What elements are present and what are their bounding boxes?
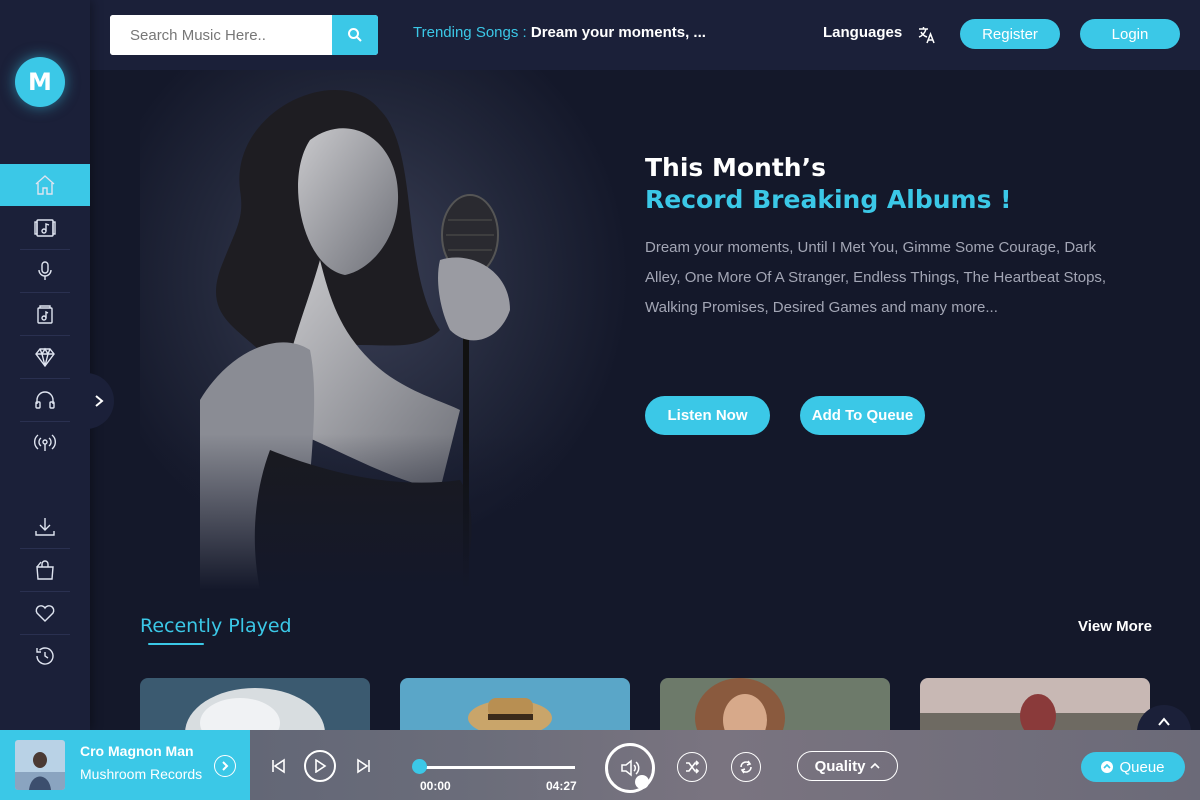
queue-label: Queue: [1119, 758, 1165, 776]
diamond-icon: [35, 347, 55, 368]
sidebar-item-favourites[interactable]: [0, 592, 90, 634]
languages-link[interactable]: Languages: [823, 24, 902, 41]
chevron-right-icon: [222, 761, 229, 771]
progress-handle[interactable]: [412, 759, 427, 774]
shopping-bag-icon: [36, 560, 54, 580]
music-player-bar: Cro Magnon Man Mushroom Records: [0, 730, 1200, 800]
recent-album-card[interactable]: [920, 678, 1150, 738]
sidebar-item-albums[interactable]: [0, 207, 90, 249]
search-input[interactable]: [110, 15, 332, 55]
track-title: Cro Magnon Man: [80, 743, 194, 759]
skip-forward-icon: [357, 758, 370, 774]
sidebar-toggle-button[interactable]: [84, 373, 114, 429]
sidebar-item-history[interactable]: [0, 635, 90, 677]
hero-title: This Month’s Record Breaking Albums !: [645, 152, 1012, 216]
progress-track[interactable]: [420, 766, 575, 769]
logo-letter: M: [28, 68, 52, 96]
hero-description: Dream your moments, Until I Met You, Gim…: [645, 239, 1107, 316]
search-box: [110, 15, 378, 55]
previous-track-button[interactable]: [268, 756, 288, 776]
quality-dropdown[interactable]: Quality: [797, 751, 898, 781]
trending-songs: Trending Songs : Dream your moments, ...: [413, 24, 706, 41]
hero-title-line2: Record Breaking Albums !: [645, 185, 1012, 214]
queue-button[interactable]: Queue: [1081, 752, 1185, 782]
sidebar-item-artists[interactable]: [0, 250, 90, 292]
trending-value[interactable]: Dream your moments, ...: [531, 24, 706, 41]
sidebar-item-home[interactable]: [0, 164, 90, 206]
now-playing: Cro Magnon Man Mushroom Records: [0, 730, 250, 800]
time-total: 04:27: [546, 779, 577, 793]
register-button[interactable]: Register: [960, 19, 1060, 49]
hero-singer-image: [140, 70, 630, 600]
listen-now-button[interactable]: Listen Now: [645, 396, 770, 435]
sidebar: M: [0, 0, 90, 730]
skip-back-icon: [272, 758, 285, 774]
home-icon: [35, 175, 55, 195]
repeat-icon: [740, 760, 752, 774]
view-more-link[interactable]: View More: [1078, 618, 1152, 635]
section-underline: [148, 643, 204, 645]
headphones-icon: [35, 391, 55, 409]
search-icon: [348, 28, 362, 42]
heart-icon: [35, 605, 55, 622]
music-file-icon: [37, 305, 53, 324]
logo[interactable]: M: [15, 57, 65, 107]
trending-separator: :: [522, 24, 527, 41]
chevron-up-icon: [870, 762, 880, 769]
track-more-button[interactable]: [214, 755, 236, 777]
hero-title-line1: This Month’s: [645, 153, 826, 182]
download-icon: [35, 518, 55, 536]
sidebar-item-purchased[interactable]: [0, 549, 90, 591]
volume-handle[interactable]: [635, 775, 649, 789]
chevron-right-icon: [95, 395, 104, 407]
history-icon: [36, 647, 54, 665]
music-album-icon: [34, 219, 56, 237]
add-to-queue-button[interactable]: Add To Queue: [800, 396, 925, 435]
trending-label: Trending Songs: [413, 24, 519, 41]
shuffle-button[interactable]: [677, 752, 707, 782]
translate-icon[interactable]: [917, 25, 937, 45]
sidebar-item-free-music[interactable]: [0, 379, 90, 421]
play-icon: [315, 759, 327, 773]
recent-album-card[interactable]: [660, 678, 890, 738]
recent-album-card[interactable]: [140, 678, 370, 738]
sidebar-item-genres[interactable]: [0, 293, 90, 335]
radio-broadcast-icon: [34, 434, 56, 451]
microphone-icon: [38, 261, 52, 280]
login-button[interactable]: Login: [1080, 19, 1180, 49]
play-button[interactable]: [304, 750, 336, 782]
next-track-button[interactable]: [354, 756, 374, 776]
sidebar-item-stations[interactable]: [0, 422, 90, 464]
top-header: Trending Songs : Dream your moments, ...…: [90, 0, 1200, 70]
sidebar-item-top-tracks[interactable]: [0, 336, 90, 378]
queue-icon: [1101, 761, 1114, 773]
repeat-button[interactable]: [731, 752, 761, 782]
now-playing-thumbnail: [15, 740, 65, 790]
shuffle-icon: [686, 760, 700, 774]
recently-played-title: Recently Played: [140, 615, 292, 637]
time-current: 00:00: [420, 779, 451, 793]
quality-label: Quality: [814, 757, 866, 775]
chevron-up-icon: [1158, 717, 1170, 726]
search-button[interactable]: [332, 15, 378, 55]
track-artist: Mushroom Records: [80, 766, 203, 782]
sidebar-item-downloads[interactable]: [0, 506, 90, 548]
recent-album-card[interactable]: [400, 678, 630, 738]
